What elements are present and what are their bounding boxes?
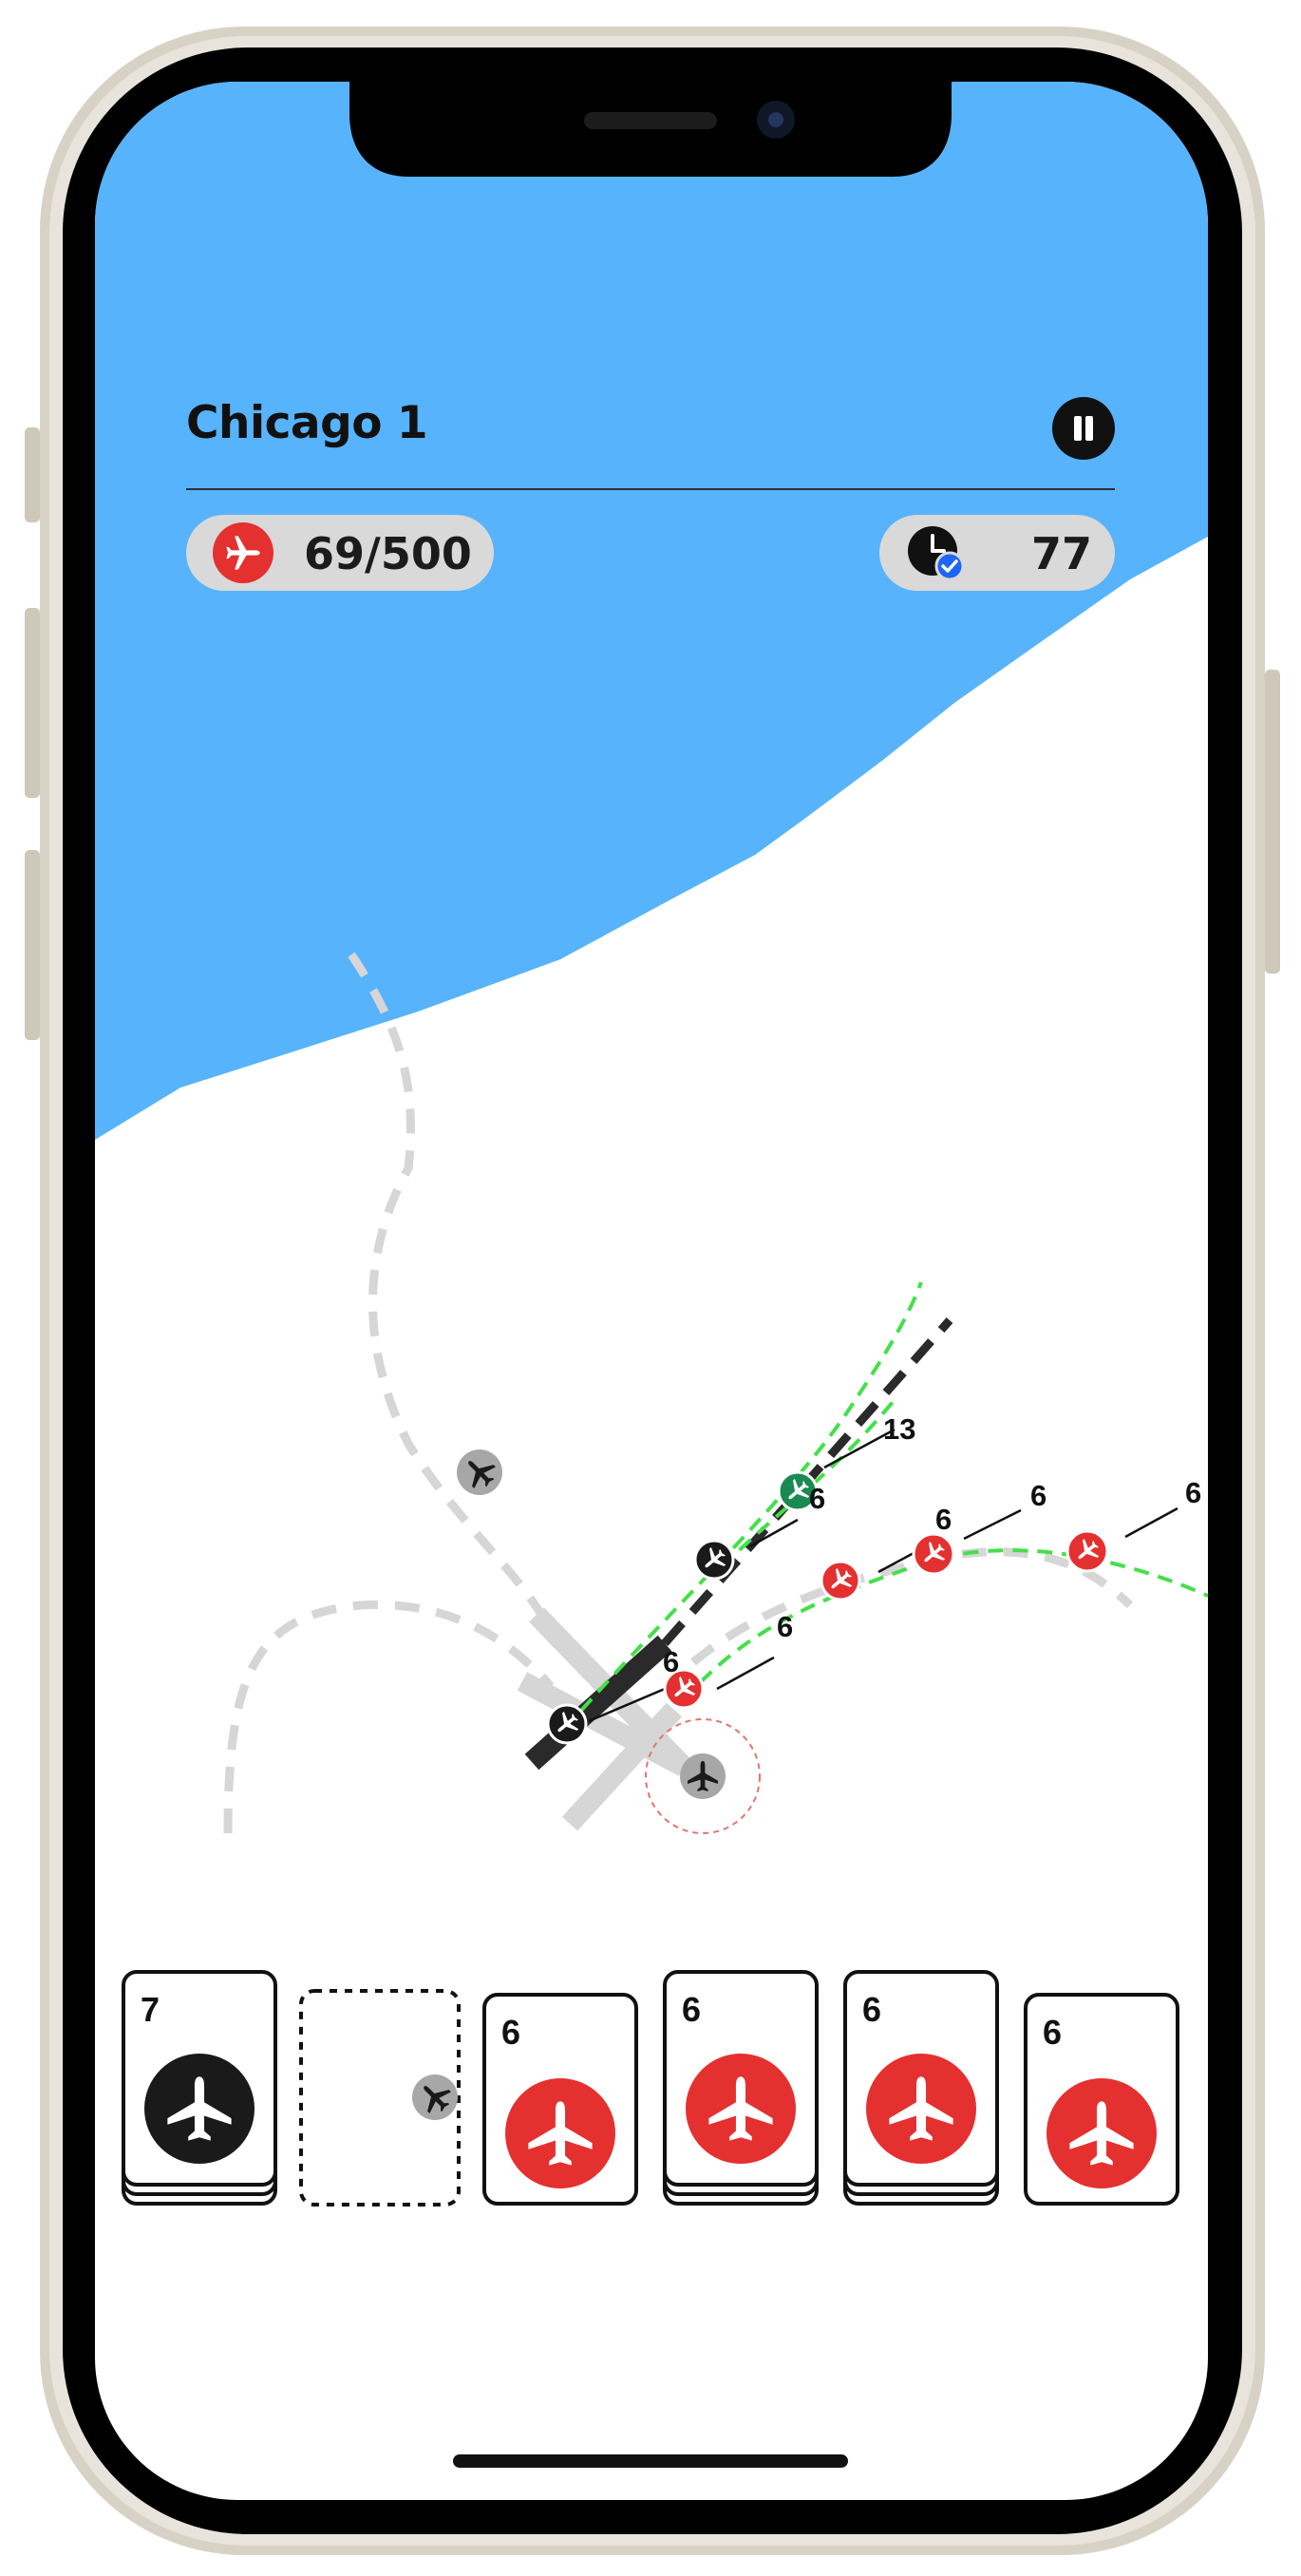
level-title: Chicago 1 (186, 397, 428, 449)
clock-check-icon (908, 526, 965, 581)
planes-landed-value: 69/500 (304, 528, 472, 579)
header-divider (186, 488, 1115, 490)
airplane-icon (213, 522, 273, 583)
pause-icon[interactable] (1052, 397, 1115, 460)
time-value: 77 (1030, 528, 1092, 579)
time-counter: 77 (879, 515, 1115, 591)
planes-counter: 69/500 (186, 515, 494, 591)
